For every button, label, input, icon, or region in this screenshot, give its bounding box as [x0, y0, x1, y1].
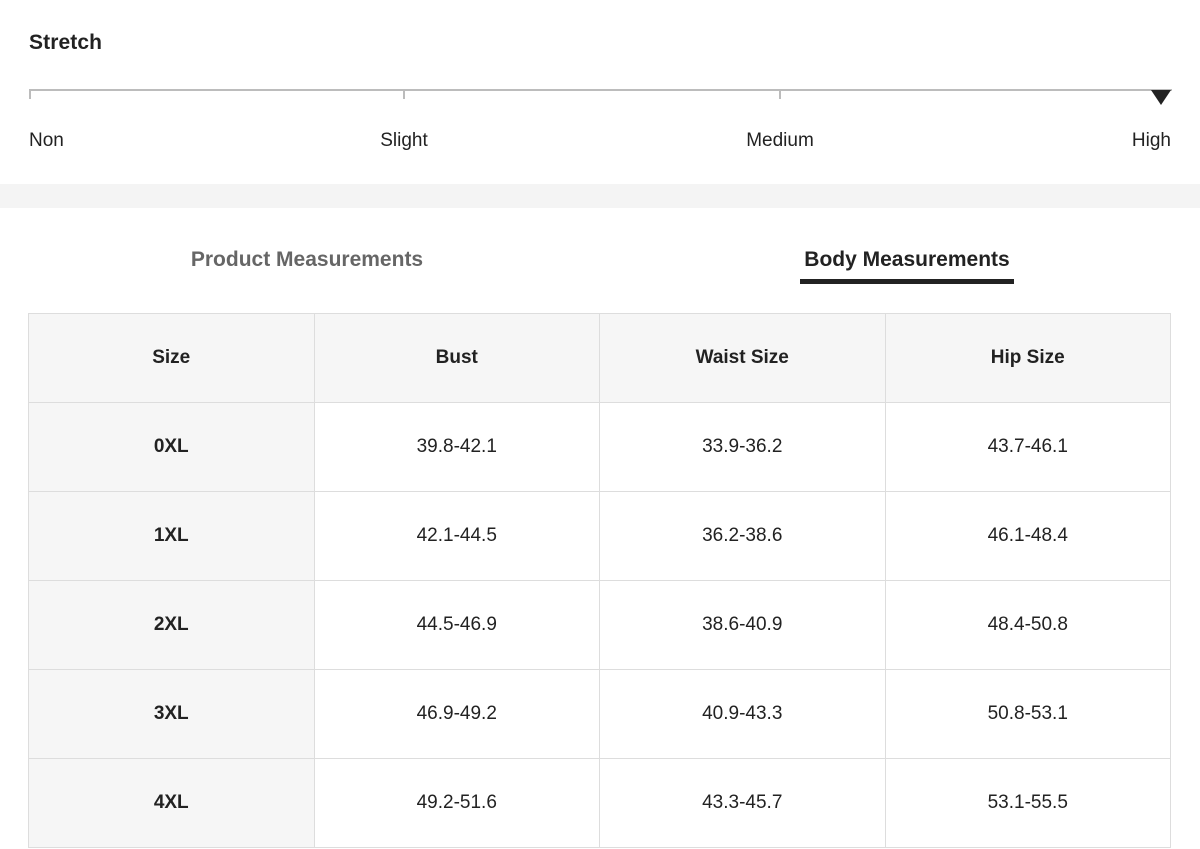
table-row: 3XL 46.9-49.2 40.9-43.3 50.8-53.1	[28, 669, 1171, 759]
bust-cell: 44.5-46.9	[313, 580, 600, 670]
stretch-scale-line	[29, 89, 1172, 91]
stretch-tick-medium	[779, 89, 781, 99]
waist-cell: 43.3-45.7	[599, 758, 886, 848]
header-waist-size: Waist Size	[599, 313, 886, 403]
waist-cell: 33.9-36.2	[599, 402, 886, 492]
header-bust: Bust	[313, 313, 600, 403]
section-divider	[0, 184, 1200, 208]
tab-body-measurements[interactable]: Body Measurements	[804, 248, 1009, 272]
table-row: 0XL 39.8-42.1 33.9-36.2 43.7-46.1	[28, 402, 1171, 492]
waist-cell: 40.9-43.3	[599, 669, 886, 759]
bust-cell: 39.8-42.1	[313, 402, 600, 492]
hip-cell: 48.4-50.8	[884, 580, 1171, 670]
bust-cell: 46.9-49.2	[313, 669, 600, 759]
waist-cell: 36.2-38.6	[599, 491, 886, 581]
bust-cell: 42.1-44.5	[313, 491, 600, 581]
hip-cell: 43.7-46.1	[884, 402, 1171, 492]
hip-cell: 46.1-48.4	[884, 491, 1171, 581]
header-hip-size: Hip Size	[884, 313, 1171, 403]
bust-cell: 49.2-51.6	[313, 758, 600, 848]
table-row: 2XL 44.5-46.9 38.6-40.9 48.4-50.8	[28, 580, 1171, 670]
stretch-selected-marker-icon	[1151, 90, 1171, 105]
stretch-tick-slight	[403, 89, 405, 99]
table-header-row: Size Bust Waist Size Hip Size	[28, 313, 1171, 403]
size-cell: 3XL	[28, 669, 315, 759]
table-row: 4XL 49.2-51.6 43.3-45.7 53.1-55.5	[28, 758, 1171, 848]
stretch-label-non: Non	[29, 130, 64, 151]
size-chart-table: Size Bust Waist Size Hip Size 0XL 39.8-4…	[28, 313, 1171, 848]
hip-cell: 50.8-53.1	[884, 669, 1171, 759]
stretch-label-high: High	[1131, 130, 1171, 151]
stretch-label-slight: Slight	[380, 130, 428, 151]
active-tab-underline	[800, 279, 1014, 284]
stretch-title: Stretch	[29, 31, 103, 54]
size-cell: 0XL	[28, 402, 315, 492]
stretch-label-medium: Medium	[746, 130, 814, 151]
size-cell: 1XL	[28, 491, 315, 581]
stretch-section: Stretch Non Slight Medium High	[0, 0, 1200, 184]
hip-cell: 53.1-55.5	[884, 758, 1171, 848]
stretch-tick-non	[29, 89, 31, 99]
size-cell: 4XL	[28, 758, 315, 848]
tab-product-measurements[interactable]: Product Measurements	[191, 248, 423, 272]
table-row: 1XL 42.1-44.5 36.2-38.6 46.1-48.4	[28, 491, 1171, 581]
header-size: Size	[28, 313, 315, 403]
size-cell: 2XL	[28, 580, 315, 670]
waist-cell: 38.6-40.9	[599, 580, 886, 670]
